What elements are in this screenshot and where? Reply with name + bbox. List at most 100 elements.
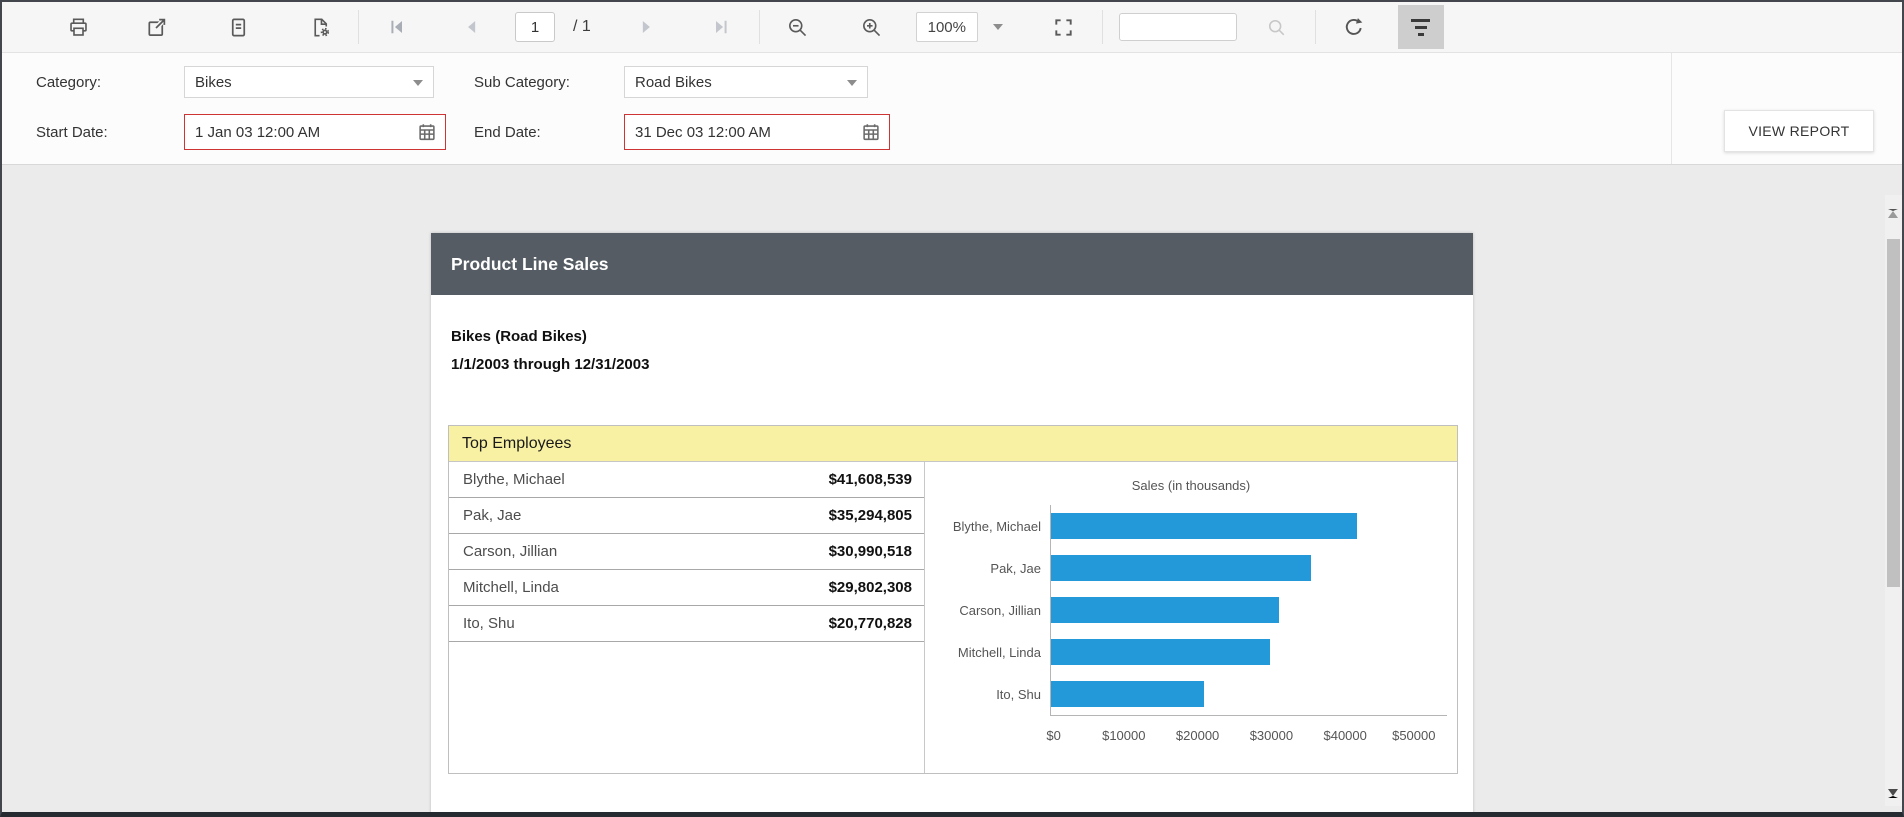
report-title: Product Line Sales	[451, 253, 609, 274]
employee-name: Ito, Shu	[463, 615, 515, 632]
zoom-level-select[interactable]: 100%	[915, 12, 978, 42]
report-content-area: Product Line Sales Bikes (Road Bikes) 1/…	[2, 165, 1902, 812]
report-subtitle-block: Bikes (Road Bikes) 1/1/2003 through 12/3…	[431, 295, 1473, 373]
employee-sales: $35,294,805	[828, 507, 912, 524]
scrollbar-thumb[interactable]	[1887, 239, 1900, 587]
employee-sales: $20,770,828	[828, 615, 912, 632]
table-row: Carson, Jillian $30,990,518	[449, 534, 924, 570]
last-page-icon	[711, 17, 731, 37]
chart-category-label: Ito, Shu	[996, 686, 1041, 702]
chart-bar-row: Mitchell, Linda	[925, 631, 1457, 673]
start-date-field[interactable]	[184, 114, 446, 150]
chart-category-label: Mitchell, Linda	[957, 644, 1041, 660]
export-button[interactable]	[134, 7, 178, 47]
table-row: Ito, Shu $20,770,828	[449, 606, 924, 642]
toolbar-separator	[1101, 10, 1103, 44]
print-button[interactable]	[56, 7, 100, 47]
chart-bar	[1051, 555, 1311, 581]
last-page-button[interactable]	[699, 7, 743, 47]
previous-page-button[interactable]	[449, 7, 493, 47]
view-report-button[interactable]: VIEW REPORT	[1724, 110, 1874, 152]
chart-x-axis-ticks: $0 $10000 $20000 $30000 $40000 $50000	[1046, 716, 1447, 752]
next-page-icon	[637, 17, 657, 37]
start-date-label: Start Date:	[36, 123, 108, 141]
zoom-level-caret-button[interactable]	[984, 7, 1012, 47]
chart-axis-tick: $50000	[1392, 728, 1436, 743]
chart-plot-area	[1050, 631, 1447, 673]
chart-bar	[1051, 597, 1280, 623]
chart-bar-row: Carson, Jillian	[925, 589, 1457, 631]
next-page-button[interactable]	[625, 7, 669, 47]
category-dropdown[interactable]: Bikes	[184, 66, 434, 98]
page-setup-button[interactable]	[216, 7, 260, 47]
page-number-input[interactable]	[515, 12, 555, 42]
refresh-button[interactable]	[1332, 7, 1376, 47]
end-date-calendar-button[interactable]	[860, 121, 882, 146]
chart-plot-area	[1050, 589, 1447, 631]
chart-axis-tick: $30000	[1249, 728, 1294, 743]
export-icon	[145, 16, 168, 39]
start-date-calendar-button[interactable]	[416, 121, 438, 146]
chart-category-label: Blythe, Michael	[952, 518, 1041, 534]
report-viewer-window: / 1 100%	[0, 0, 1904, 817]
sales-chart: Sales (in thousands) Blythe, Michael Pak,…	[925, 462, 1457, 773]
search-button[interactable]	[1255, 7, 1299, 47]
chart-axis-tick: $0	[1046, 728, 1061, 743]
first-page-button[interactable]	[375, 7, 419, 47]
employee-sales: $29,802,308	[828, 579, 912, 596]
dropdown-caret-icon	[413, 80, 423, 86]
top-employees-header: Top Employees	[449, 426, 1457, 462]
calendar-icon	[416, 124, 438, 146]
chart-axis-tick: $10000	[1102, 728, 1146, 743]
table-row: Pak, Jae $35,294,805	[449, 498, 924, 534]
report-subtitle-category: Bikes (Road Bikes)	[451, 328, 587, 345]
start-date-input[interactable]	[185, 123, 445, 141]
zoom-level-value: 100%	[927, 18, 966, 36]
sub-category-label: Sub Category:	[474, 73, 570, 91]
sub-category-dropdown[interactable]: Road Bikes	[624, 66, 868, 98]
end-date-field[interactable]	[624, 114, 890, 150]
chart-plot-area	[1050, 547, 1447, 589]
report-page: Product Line Sales Bikes (Road Bikes) 1/…	[431, 233, 1473, 812]
category-label: Category:	[36, 73, 102, 91]
chart-title: Sales (in thousands)	[1131, 478, 1251, 493]
employee-name: Pak, Jae	[463, 507, 522, 524]
category-value: Bikes	[195, 73, 232, 91]
search-input[interactable]	[1118, 13, 1237, 41]
chart-axis-tick: $40000	[1323, 728, 1367, 743]
employee-table: Blythe, Michael $41,608,539 Pak, Jae $35,29…	[449, 462, 925, 773]
sub-category-value: Road Bikes	[635, 73, 712, 91]
zoom-in-button[interactable]	[850, 7, 894, 47]
toolbar-separator	[1314, 10, 1316, 44]
chart-plot-area	[1050, 505, 1447, 547]
toolbar-separator	[358, 10, 359, 44]
table-row: Blythe, Michael $41,608,539	[449, 462, 924, 498]
chart-bar-row: Pak, Jae	[925, 547, 1457, 589]
calendar-icon	[860, 124, 882, 146]
chart-category-label: Carson, Jillian	[959, 602, 1041, 618]
search-icon	[1266, 17, 1287, 38]
chart-bar	[1051, 639, 1271, 665]
page-total-label: / 1	[573, 18, 591, 35]
parameters-toggle-button[interactable]	[1397, 5, 1444, 49]
scroll-down-icon[interactable]	[1888, 789, 1898, 798]
chart-plot-area	[1050, 673, 1447, 715]
chart-bar	[1051, 513, 1358, 539]
previous-page-icon	[461, 17, 481, 37]
chart-category-label: Pak, Jae	[990, 560, 1041, 576]
fit-to-page-button[interactable]	[1042, 7, 1086, 47]
parameters-divider	[1671, 53, 1672, 164]
parameters-toggle-icon	[1411, 17, 1431, 38]
zoom-out-button[interactable]	[776, 7, 820, 47]
report-header-band: Product Line Sales	[431, 233, 1473, 295]
chart-bar	[1051, 681, 1204, 707]
report-parameters-button[interactable]	[298, 7, 342, 47]
scroll-up-icon[interactable]	[1888, 209, 1898, 218]
top-employees-body: Blythe, Michael $41,608,539 Pak, Jae $35,29…	[449, 462, 1457, 773]
parameter-panel: Category: Bikes Sub Category: Road Bikes…	[2, 53, 1902, 165]
employee-sales: $41,608,539	[828, 471, 912, 488]
vertical-scrollbar[interactable]	[1885, 195, 1902, 806]
zoom-in-icon	[860, 16, 883, 39]
employee-sales: $30,990,518	[828, 543, 912, 560]
end-date-input[interactable]	[625, 123, 889, 141]
